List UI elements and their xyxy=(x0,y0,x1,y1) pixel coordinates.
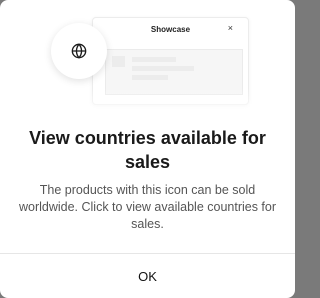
feature-illustration: Showcase × xyxy=(0,0,295,120)
mock-window-title: Showcase xyxy=(150,25,191,34)
illustration-fade xyxy=(0,88,295,120)
dialog-title: View countries available for sales xyxy=(29,128,266,172)
mock-text-line xyxy=(132,66,194,71)
globe-badge xyxy=(51,23,107,79)
dialog-description: The products with this icon can be sold … xyxy=(18,183,277,231)
mock-close-icon: × xyxy=(227,23,233,33)
globe-icon xyxy=(71,43,87,59)
mock-text-line xyxy=(132,75,168,80)
mock-thumbnail xyxy=(112,56,125,67)
modal-dialog: Showcase × View countries available for … xyxy=(0,0,295,298)
mock-text-line xyxy=(132,57,176,62)
ok-button[interactable]: OK xyxy=(0,254,295,298)
